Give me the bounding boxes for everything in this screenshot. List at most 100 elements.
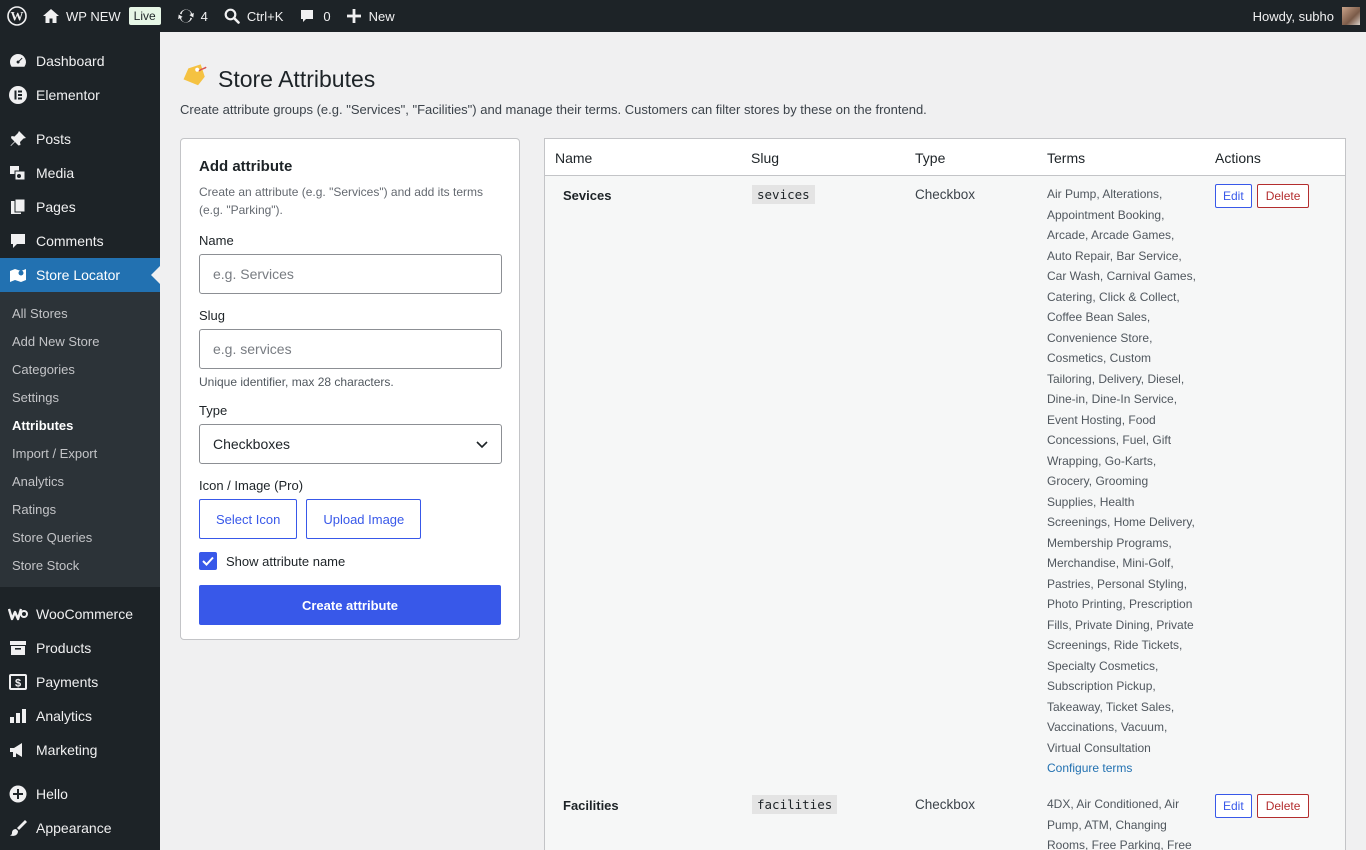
- site-name-link[interactable]: WP NEW Live: [34, 0, 169, 32]
- menu-label: Marketing: [36, 742, 98, 758]
- map-icon: [8, 265, 28, 285]
- edit-button[interactable]: Edit: [1215, 794, 1252, 818]
- terms-list: Air Pump, Alterations, Appointment Booki…: [1047, 187, 1196, 755]
- header-terms: Terms: [1047, 150, 1086, 166]
- menu-comments[interactable]: Comments: [0, 224, 160, 258]
- submenu-store-queries[interactable]: Store Queries: [0, 523, 160, 551]
- dollar-icon: $: [8, 672, 28, 692]
- menu-pages[interactable]: Pages: [0, 190, 160, 224]
- delete-button[interactable]: Delete: [1256, 184, 1310, 208]
- menu-payments[interactable]: $ Payments: [0, 665, 160, 699]
- delete-button[interactable]: Delete: [1256, 794, 1310, 818]
- wordpress-logo-icon[interactable]: W: [0, 0, 34, 32]
- comments-link[interactable]: 0: [291, 0, 338, 32]
- page-description: Create attribute groups (e.g. "Services"…: [180, 102, 927, 117]
- attribute-name: Facilities: [563, 798, 619, 813]
- submenu-ratings[interactable]: Ratings: [0, 495, 160, 523]
- pin-icon: [8, 129, 28, 149]
- type-label: Type: [199, 403, 228, 418]
- create-attribute-button[interactable]: Create attribute: [199, 585, 501, 625]
- attribute-terms: Air Pump, Alterations, Appointment Booki…: [1047, 184, 1199, 779]
- menu-products[interactable]: Products: [0, 631, 160, 665]
- submenu-add-new-store[interactable]: Add New Store: [0, 327, 160, 355]
- attribute-name: Sevices: [563, 188, 612, 203]
- page-title-text: Store Attributes: [218, 65, 376, 92]
- menu-elementor[interactable]: Elementor: [0, 78, 160, 112]
- attributes-table: Name Slug Type Terms Actions Sevices sev…: [544, 138, 1346, 850]
- my-account[interactable]: Howdy, subho: [1253, 7, 1366, 25]
- submenu-all-stores[interactable]: All Stores: [0, 299, 160, 327]
- chevron-down-icon: [476, 436, 488, 452]
- attribute-terms: 4DX, Air Conditioned, Air Pump, ATM, Cha…: [1047, 794, 1199, 850]
- add-attribute-card: Add attribute Create an attribute (e.g. …: [180, 138, 520, 640]
- submenu-attributes[interactable]: Attributes: [0, 411, 160, 439]
- updates-link[interactable]: 4: [169, 0, 216, 32]
- admin-bar: W WP NEW Live 4 Ctrl+K 0 New Howdy, subh…: [0, 0, 1366, 32]
- slug-label: Slug: [199, 308, 226, 323]
- submenu-settings[interactable]: Settings: [0, 383, 160, 411]
- command-search[interactable]: Ctrl+K: [216, 0, 291, 32]
- menu-label: Hello: [36, 786, 68, 802]
- new-label: New: [368, 8, 395, 24]
- search-icon: [224, 8, 240, 24]
- search-shortcut: Ctrl+K: [246, 8, 284, 24]
- attribute-slug: facilities: [752, 795, 838, 814]
- menu-label: Posts: [36, 131, 72, 147]
- page-title: Store Attributes: [180, 64, 375, 94]
- row-actions: Edit Delete: [1215, 184, 1310, 208]
- menu-label: Analytics: [36, 708, 93, 724]
- header-type: Type: [915, 150, 946, 166]
- edit-button[interactable]: Edit: [1215, 184, 1252, 208]
- show-attribute-name-checkbox[interactable]: [199, 552, 217, 570]
- name-label: Name: [199, 233, 234, 248]
- menu-posts[interactable]: Posts: [0, 122, 160, 156]
- live-badge: Live: [128, 7, 161, 25]
- home-icon: [42, 8, 60, 24]
- menu-hello[interactable]: Hello: [0, 777, 160, 811]
- form-help: Create an attribute (e.g. "Services") an…: [199, 185, 483, 217]
- menu-label: Store Locator: [36, 267, 121, 283]
- terms-list: 4DX, Air Conditioned, Air Pump, ATM, Cha…: [1047, 797, 1192, 850]
- menu-analytics[interactable]: Analytics: [0, 699, 160, 733]
- slug-hint: Unique identifier, max 28 characters.: [199, 375, 394, 389]
- menu-media[interactable]: Media: [0, 156, 160, 190]
- menu-woocommerce[interactable]: WooCommerce: [0, 597, 160, 631]
- avatar: [1342, 7, 1360, 25]
- table-row: Sevices sevices Checkbox Air Pump, Alter…: [545, 176, 1345, 786]
- archive-icon: [8, 638, 28, 658]
- select-icon-button[interactable]: Select Icon: [199, 499, 298, 539]
- menu-label: Payments: [36, 674, 99, 690]
- menu-label: Comments: [36, 233, 104, 249]
- type-select-value: Checkboxes: [213, 436, 291, 452]
- menu-label: Dashboard: [36, 53, 105, 69]
- submenu-categories[interactable]: Categories: [0, 355, 160, 383]
- pages-icon: [8, 197, 28, 217]
- type-select[interactable]: Checkboxes: [199, 424, 502, 464]
- new-content-link[interactable]: New: [339, 0, 403, 32]
- icon-image-label: Icon / Image (Pro): [199, 478, 304, 493]
- howdy-text: Howdy, subho: [1252, 8, 1334, 24]
- menu-label: Products: [36, 640, 92, 656]
- menu-label: Media: [36, 165, 75, 181]
- header-name: Name: [555, 150, 593, 166]
- configure-terms-link[interactable]: Configure terms: [1047, 758, 1199, 779]
- menu-store-locator[interactable]: Store Locator: [0, 258, 160, 292]
- upload-image-button[interactable]: Upload Image: [306, 499, 422, 539]
- menu-appearance[interactable]: Appearance: [0, 811, 160, 845]
- submenu-store-stock[interactable]: Store Stock: [0, 551, 160, 579]
- name-input[interactable]: [199, 254, 502, 294]
- show-attribute-name-label: Show attribute name: [226, 553, 346, 569]
- table-row: Facilities facilities Checkbox 4DX, Air …: [545, 786, 1345, 850]
- submenu-import-export[interactable]: Import / Export: [0, 439, 160, 467]
- svg-text:$: $: [15, 678, 21, 690]
- header-actions: Actions: [1215, 150, 1261, 166]
- elementor-icon: [8, 85, 28, 105]
- table-header: Name Slug Type Terms Actions: [545, 139, 1345, 176]
- store-locator-submenu: All Stores Add New Store Categories Sett…: [0, 292, 160, 587]
- slug-input[interactable]: [199, 329, 502, 369]
- attribute-type: Checkbox: [915, 797, 976, 812]
- menu-marketing[interactable]: Marketing: [0, 733, 160, 767]
- menu-dashboard[interactable]: Dashboard: [0, 44, 160, 78]
- submenu-analytics[interactable]: Analytics: [0, 467, 160, 495]
- updates-count: 4: [200, 8, 208, 24]
